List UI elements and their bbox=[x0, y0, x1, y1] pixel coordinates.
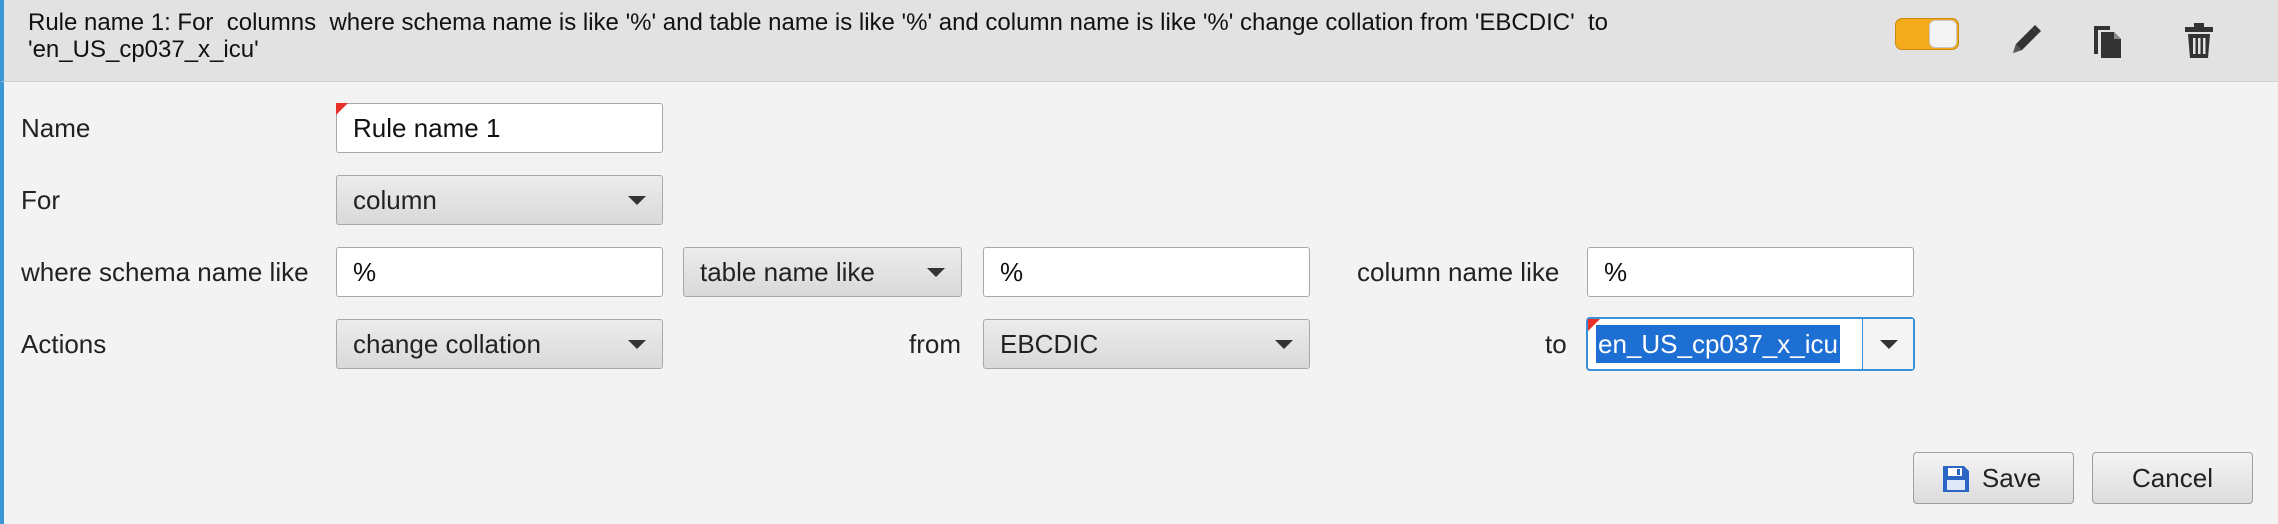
from-collation-value: EBCDIC bbox=[1000, 329, 1099, 359]
column-pattern-input[interactable] bbox=[1587, 247, 1914, 297]
save-button-label: Save bbox=[1981, 463, 2042, 493]
schema-pattern-input[interactable] bbox=[336, 247, 663, 297]
modified-flag bbox=[336, 103, 348, 115]
table-pattern-input[interactable] bbox=[983, 247, 1310, 297]
actions-label: Actions bbox=[21, 329, 107, 359]
table-filter-value: table name like bbox=[700, 257, 875, 287]
to-label: to bbox=[1545, 329, 1567, 359]
name-field-wrap bbox=[336, 103, 663, 153]
from-collation-select[interactable]: EBCDIC bbox=[983, 319, 1310, 369]
where-schema-label: where schema name like bbox=[21, 257, 309, 287]
chevron-down-icon bbox=[1880, 340, 1898, 349]
cancel-button[interactable]: Cancel bbox=[2092, 452, 2253, 504]
rule-summary-title: Rule name 1: For columns where schema na… bbox=[28, 9, 1615, 63]
copy-icon[interactable] bbox=[2090, 20, 2124, 60]
to-collation-combobox[interactable]: en_US_cp037_x_icu bbox=[1586, 317, 1915, 371]
chevron-down-icon bbox=[628, 196, 646, 205]
for-select-value: column bbox=[353, 185, 437, 215]
rule-header: Rule name 1: For columns where schema na… bbox=[0, 0, 2278, 82]
floppy-disk-icon bbox=[1943, 466, 1969, 492]
edit-icon[interactable] bbox=[2008, 20, 2042, 60]
cancel-button-label: Cancel bbox=[2132, 463, 2213, 493]
for-select[interactable]: column bbox=[336, 175, 663, 225]
to-collation-selected-text[interactable]: en_US_cp037_x_icu bbox=[1596, 325, 1840, 363]
trash-icon[interactable] bbox=[2182, 20, 2216, 60]
column-name-label: column name like bbox=[1357, 257, 1560, 287]
rule-enabled-toggle[interactable] bbox=[1895, 18, 1959, 50]
to-collation-dropdown-button[interactable] bbox=[1862, 319, 1913, 369]
name-label: Name bbox=[21, 113, 91, 143]
table-filter-select[interactable]: table name like bbox=[683, 247, 962, 297]
action-select[interactable]: change collation bbox=[336, 319, 663, 369]
name-input[interactable] bbox=[336, 103, 663, 153]
toggle-knob bbox=[1929, 20, 1957, 48]
save-button[interactable]: Save bbox=[1913, 452, 2074, 504]
action-select-value: change collation bbox=[353, 329, 541, 359]
for-label: For bbox=[21, 185, 60, 215]
chevron-down-icon bbox=[628, 340, 646, 349]
from-label: from bbox=[909, 329, 961, 359]
chevron-down-icon bbox=[927, 268, 945, 277]
chevron-down-icon bbox=[1275, 340, 1293, 349]
